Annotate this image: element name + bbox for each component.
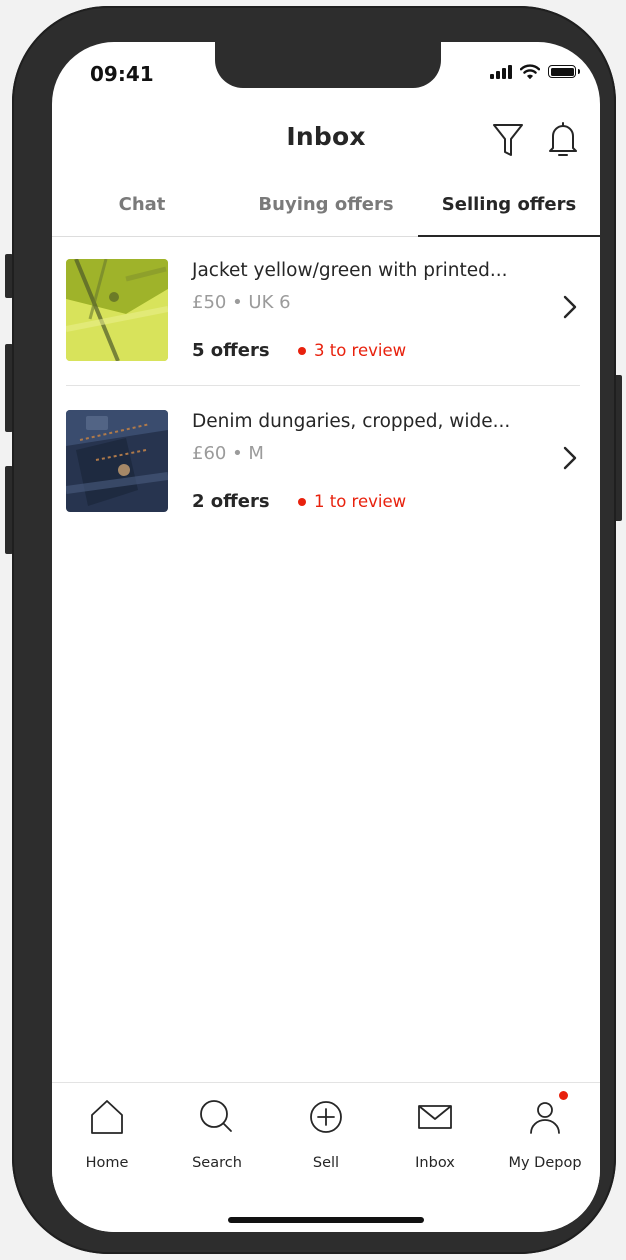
signal-icon: [490, 64, 512, 79]
notch: [215, 42, 441, 88]
nav-inbox[interactable]: Inbox: [380, 1097, 490, 1171]
item-title: Jacket yellow/green with printed...: [192, 260, 508, 281]
jacket-image: [66, 259, 168, 361]
nav-search[interactable]: Search: [162, 1097, 272, 1171]
home-icon: [91, 1100, 123, 1134]
review-dot-icon: [298, 346, 306, 355]
phone-frame: 09:41 Inbox Chat Buying offers Selling o…: [12, 6, 616, 1254]
item-title: Denim dungaries, cropped, wide...: [192, 411, 511, 432]
tab-selling-offers[interactable]: Selling offers: [418, 190, 600, 237]
item-price-size: £50 • UK 6: [192, 292, 291, 313]
chevron-right-icon: [563, 295, 577, 319]
notification-dot-icon: [559, 1091, 568, 1100]
search-icon: [200, 1100, 232, 1132]
row-divider: [66, 385, 580, 386]
nav-sell-label: Sell: [312, 1155, 340, 1171]
review-status: 3 to review: [298, 341, 406, 360]
filter-icon: [493, 124, 523, 156]
review-label: 3 to review: [314, 341, 407, 360]
person-icon: [530, 1102, 560, 1134]
review-label: 1 to review: [314, 492, 407, 511]
nav-home-label: Home: [85, 1155, 129, 1171]
tab-chat[interactable]: Chat: [76, 190, 208, 236]
review-status: 1 to review: [298, 492, 406, 511]
nav-sell[interactable]: Sell: [271, 1097, 381, 1171]
nav-my-depop[interactable]: My Depop: [490, 1091, 600, 1171]
nav-my-depop-label: My Depop: [508, 1155, 582, 1171]
bottom-tab-bar: Home Search Sell Inbox My Depop: [52, 1082, 600, 1232]
status-time: 09:41: [90, 62, 154, 86]
item-thumbnail: [66, 259, 168, 361]
battery-icon: [548, 65, 580, 78]
plus-circle-icon: [310, 1101, 342, 1133]
filter-button[interactable]: [490, 120, 526, 160]
tab-buying-offers[interactable]: Buying offers: [238, 190, 414, 236]
bell-icon: [549, 122, 577, 156]
status-icons: [490, 64, 580, 79]
wifi-icon: [520, 64, 540, 79]
inbox-tabs: Chat Buying offers Selling offers: [52, 190, 600, 237]
item-price-size: £60 • M: [192, 443, 264, 464]
nav-inbox-label: Inbox: [415, 1155, 455, 1171]
nav-home[interactable]: Home: [52, 1097, 162, 1171]
offers-count: 2 offers: [192, 491, 270, 512]
review-dot-icon: [298, 497, 306, 506]
chevron-right-icon: [563, 446, 577, 470]
offer-row[interactable]: Jacket yellow/green with printed... £50 …: [52, 236, 600, 386]
dungarees-image: [66, 410, 168, 512]
notifications-button[interactable]: [545, 120, 581, 160]
item-thumbnail: [66, 410, 168, 512]
nav-search-label: Search: [192, 1155, 242, 1171]
home-indicator[interactable]: [228, 1217, 424, 1223]
offer-row[interactable]: Denim dungaries, cropped, wide... £60 • …: [52, 387, 600, 537]
offers-count: 5 offers: [192, 340, 270, 361]
mail-icon: [418, 1105, 452, 1129]
app-screen: 09:41 Inbox Chat Buying offers Selling o…: [52, 42, 600, 1232]
